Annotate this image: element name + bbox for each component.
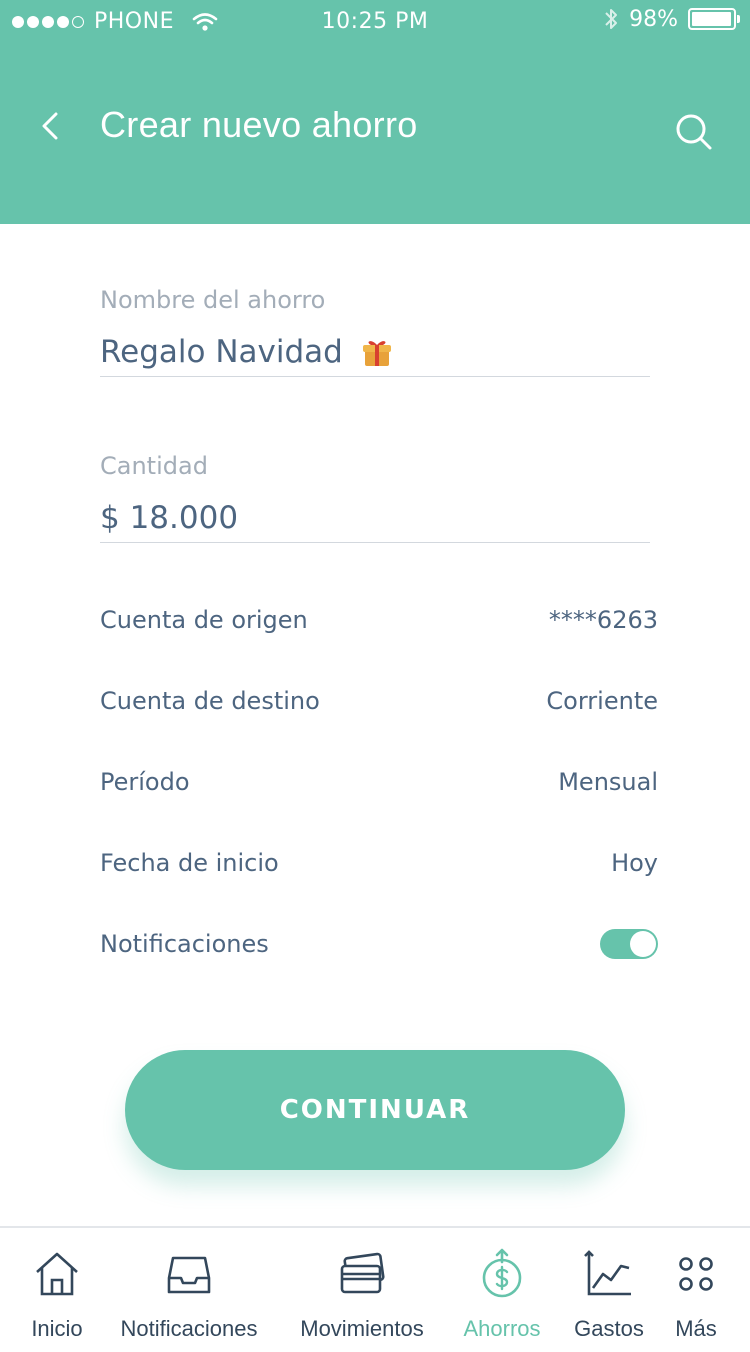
tab-label: Notificaciones bbox=[120, 1316, 258, 1341]
destination-account-row[interactable]: Cuenta de destino Corriente bbox=[100, 679, 658, 723]
battery-percent: 98% bbox=[629, 6, 678, 32]
notifications-label: Notificaciones bbox=[100, 930, 269, 958]
row-label: Cuenta de origen bbox=[100, 606, 308, 634]
row-label: Fecha de inicio bbox=[100, 849, 279, 877]
name-label: Nombre del ahorro bbox=[100, 286, 326, 314]
status-bar: PHONE 10:25 PM 98% bbox=[0, 0, 750, 44]
savings-icon bbox=[482, 1248, 522, 1298]
amount-label: Cantidad bbox=[100, 452, 208, 480]
chart-icon bbox=[584, 1250, 631, 1296]
name-input[interactable]: Regalo Navidad bbox=[100, 334, 650, 377]
notifications-toggle[interactable] bbox=[600, 929, 658, 959]
tab-gastos[interactable]: Gastos bbox=[572, 1248, 646, 1342]
tab-movimientos[interactable]: Movimientos bbox=[292, 1248, 432, 1342]
name-value: Regalo Navidad bbox=[100, 334, 343, 370]
amount-field[interactable]: Cantidad $ 18.000 bbox=[100, 452, 650, 543]
amount-input[interactable]: $ 18.000 bbox=[100, 500, 650, 543]
search-icon[interactable] bbox=[672, 110, 716, 154]
inbox-icon bbox=[167, 1256, 211, 1294]
bluetooth-icon bbox=[605, 9, 618, 29]
more-icon bbox=[679, 1257, 713, 1291]
origin-account-row[interactable]: Cuenta de origen ****6263 bbox=[100, 598, 658, 642]
tab-ahorros[interactable]: Ahorros bbox=[458, 1248, 546, 1342]
header: PHONE 10:25 PM 98% Crear nuevo ahorro bbox=[0, 0, 750, 224]
tab-label: Ahorros bbox=[463, 1316, 541, 1341]
back-icon[interactable] bbox=[34, 106, 74, 146]
tab-label: Inicio bbox=[31, 1316, 83, 1341]
tab-label: Gastos bbox=[574, 1316, 644, 1341]
row-label: Cuenta de destino bbox=[100, 687, 320, 715]
page-title: Crear nuevo ahorro bbox=[100, 104, 418, 145]
home-icon bbox=[36, 1252, 78, 1296]
name-field[interactable]: Nombre del ahorro Regalo Navidad bbox=[100, 286, 650, 377]
start-date-row[interactable]: Fecha de inicio Hoy bbox=[100, 841, 658, 885]
notifications-row: Notificaciones bbox=[100, 922, 658, 966]
tab-label: Movimientos bbox=[300, 1316, 424, 1341]
tab-bar: Inicio Notificaciones Movimientos Ahorro… bbox=[0, 1226, 750, 1352]
tab-label: Más bbox=[675, 1316, 717, 1341]
row-value: Hoy bbox=[611, 849, 658, 877]
battery-icon bbox=[688, 8, 740, 30]
cards-icon bbox=[340, 1252, 385, 1294]
continue-button[interactable]: CONTINUAR bbox=[125, 1050, 625, 1170]
row-label: Período bbox=[100, 768, 190, 796]
tab-notificaciones[interactable]: Notificaciones bbox=[112, 1248, 266, 1342]
period-row[interactable]: Período Mensual bbox=[100, 760, 658, 804]
tab-inicio[interactable]: Inicio bbox=[26, 1248, 88, 1342]
row-value: Mensual bbox=[558, 768, 658, 796]
gift-icon bbox=[362, 341, 391, 366]
row-value: ****6263 bbox=[548, 606, 658, 634]
tab-mas[interactable]: Más bbox=[668, 1248, 724, 1342]
row-value: Corriente bbox=[546, 687, 658, 715]
